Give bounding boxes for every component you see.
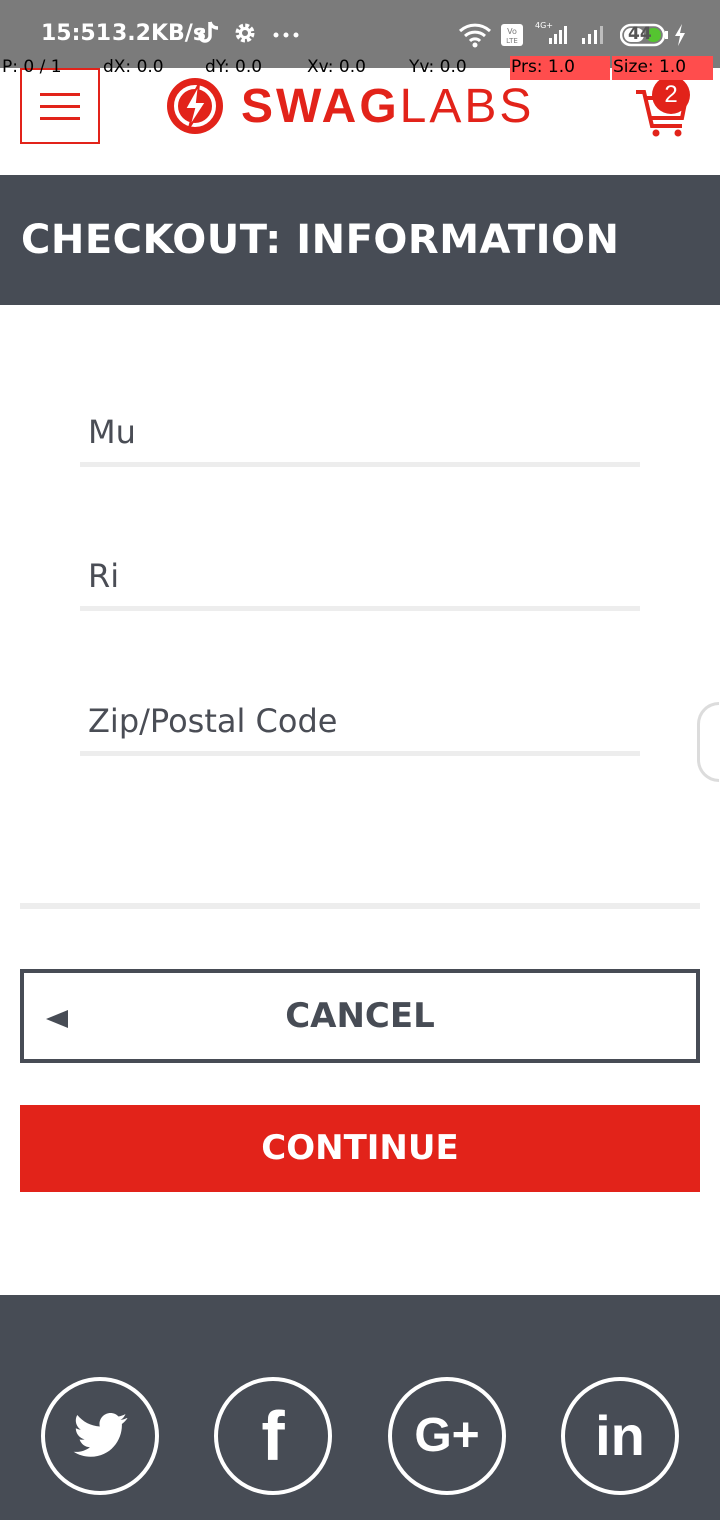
volte-icon: Vo LTE <box>501 24 523 46</box>
battery-level: 44 <box>628 24 652 44</box>
wifi-icon <box>458 23 492 48</box>
last-name-input[interactable] <box>80 545 640 611</box>
zip-postal-code-input[interactable] <box>80 690 640 756</box>
settings-gear-icon <box>235 23 255 43</box>
app-header: SWAGLABS 2 <box>0 68 720 175</box>
status-time: 15:51 <box>41 21 112 46</box>
linkedin-icon: in <box>595 1404 645 1467</box>
svg-text:Vo: Vo <box>507 27 517 36</box>
facebook-link[interactable]: f <box>214 1377 332 1495</box>
signal-icon <box>582 26 603 44</box>
google-plus-link[interactable]: G+ <box>388 1377 506 1495</box>
bolt-logo-icon <box>167 78 223 134</box>
continue-button[interactable]: CONTINUE <box>20 1105 700 1192</box>
continue-button-label: CONTINUE <box>261 1128 459 1168</box>
edge-scroll-handle[interactable] <box>697 702 719 782</box>
footer: f G+ in <box>0 1295 720 1520</box>
cart-count-badge: 2 <box>652 76 690 114</box>
hamburger-icon <box>40 92 80 96</box>
first-name-input[interactable] <box>80 401 640 467</box>
more-dots-icon <box>273 32 299 38</box>
twitter-icon <box>73 1413 128 1457</box>
debug-xv: Xv: 0.0 <box>307 57 366 77</box>
cancel-button-label: CANCEL <box>285 996 435 1036</box>
debug-dy: dY: 0.0 <box>205 57 263 77</box>
debug-pressure: Prs: 1.0 <box>511 57 575 77</box>
swag-labs-logo: SWAGLABS <box>165 76 534 136</box>
debug-pointer: P: 0 / 1 <box>2 57 62 77</box>
title-bar: CHECKOUT: INFORMATION <box>0 175 720 305</box>
debug-dx: dX: 0.0 <box>103 57 164 77</box>
page-title: CHECKOUT: INFORMATION <box>21 217 620 263</box>
status-net-speed: 3.2KB/s <box>112 21 206 46</box>
debug-size: Size: 1.0 <box>613 57 687 77</box>
pointer-location-overlay: P: 0 / 1 dX: 0.0 dY: 0.0 Xv: 0.0 Yv: 0.0… <box>0 56 720 80</box>
svg-text:4G+: 4G+ <box>535 21 553 30</box>
signal-4g-icon: 4G+ <box>535 21 567 44</box>
linkedin-link[interactable]: in <box>561 1377 679 1495</box>
form-divider <box>20 903 700 909</box>
logo-text: SWAGLABS <box>241 79 535 133</box>
tiktok-icon <box>198 21 219 43</box>
google-plus-icon: G+ <box>414 1409 480 1462</box>
facebook-icon: f <box>261 1397 285 1475</box>
twitter-link[interactable] <box>41 1377 159 1495</box>
cart-button[interactable]: 2 <box>632 76 694 138</box>
charging-bolt-icon <box>675 24 685 46</box>
debug-yv: Yv: 0.0 <box>409 57 467 77</box>
cancel-button[interactable]: CANCEL <box>20 969 700 1063</box>
svg-text:LTE: LTE <box>506 37 518 45</box>
